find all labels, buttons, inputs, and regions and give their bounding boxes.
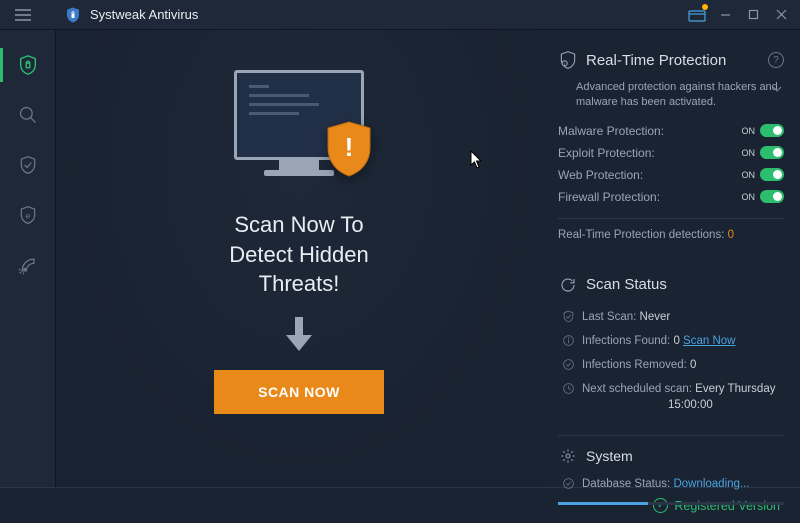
toggle-row-web: Web Protection: ON (558, 164, 784, 186)
titlebar: Systweak Antivirus (0, 0, 800, 30)
system-section: System Database Status: Downloading... (558, 425, 784, 507)
close-button[interactable] (770, 4, 792, 26)
rtp-title: Real-Time Protection (586, 52, 760, 69)
scan-illustration: ! (229, 70, 369, 190)
right-panel: i Real-Time Protection ? Advanced protec… (542, 30, 800, 487)
scan-status-title: Scan Status (586, 276, 784, 293)
rtp-detections: Real-Time Protection detections: 0 (558, 229, 784, 241)
info-circle-icon (562, 334, 575, 347)
notification-icon[interactable] (686, 4, 708, 26)
scan-heading: Scan Now To Detect Hidden Threats! (229, 210, 368, 299)
hamburger-menu-button[interactable] (8, 0, 38, 30)
system-title: System (586, 448, 784, 464)
app-title: Systweak Antivirus (90, 7, 198, 22)
firewall-toggle[interactable] (760, 190, 784, 203)
rtp-note: Advanced protection against hackers and … (558, 80, 784, 110)
web-toggle[interactable] (760, 168, 784, 181)
scheduled-time: 15:00:00 (558, 399, 784, 411)
chevron-down-icon[interactable] (772, 82, 782, 97)
down-arrow-icon (284, 317, 314, 356)
real-time-protection-section: i Real-Time Protection ? Advanced protec… (558, 50, 784, 241)
scan-now-link[interactable]: Scan Now (683, 335, 735, 347)
help-icon[interactable]: ? (768, 52, 784, 68)
malware-toggle[interactable] (760, 124, 784, 137)
check-circle-icon (562, 358, 575, 371)
scan-now-button[interactable]: SCAN NOW (214, 370, 384, 414)
toggle-row-exploit: Exploit Protection: ON (558, 142, 784, 164)
check-circle-icon (562, 477, 575, 490)
shield-info-icon: i (558, 50, 578, 70)
svg-text:!: ! (345, 132, 354, 162)
scan-status-section: Scan Status Last Scan: Never Infections … (558, 275, 784, 411)
clock-icon (562, 382, 575, 395)
toggle-row-firewall: Firewall Protection: ON (558, 186, 784, 208)
db-status-value: Downloading... (673, 478, 749, 490)
svg-text:e: e (26, 210, 31, 220)
refresh-icon (558, 275, 578, 295)
gear-icon (558, 446, 578, 466)
exploit-toggle[interactable] (760, 146, 784, 159)
shield-warning-icon: ! (324, 120, 374, 178)
sidebar-item-optimize[interactable] (0, 240, 56, 290)
registered-version-badge: ✓ Registered Version (653, 498, 780, 513)
sidebar-item-scan[interactable] (0, 90, 56, 140)
main-content: ! Scan Now To Detect Hidden Threats! SCA… (56, 30, 542, 487)
svg-text:i: i (564, 61, 565, 66)
download-progress (558, 502, 784, 505)
sidebar-item-quarantine[interactable]: e (0, 190, 56, 240)
app-logo-icon (64, 6, 82, 24)
toggle-row-malware: Malware Protection: ON (558, 120, 784, 142)
sidebar: e (0, 30, 56, 487)
shield-check-icon (562, 310, 575, 323)
sidebar-item-protection[interactable] (0, 140, 56, 190)
sidebar-item-home[interactable] (0, 40, 56, 90)
maximize-button[interactable] (742, 4, 764, 26)
check-circle-icon: ✓ (653, 498, 668, 513)
minimize-button[interactable] (714, 4, 736, 26)
